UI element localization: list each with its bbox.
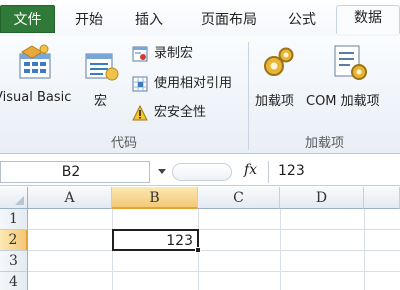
formula-input[interactable]: 123 xyxy=(278,163,305,179)
relative-references-icon xyxy=(132,76,148,92)
com-addins-icon xyxy=(334,45,367,80)
gridline xyxy=(28,271,400,272)
visual-basic-button[interactable]: Visual Basic xyxy=(0,42,78,126)
macros-label: 宏 xyxy=(94,94,108,109)
name-box[interactable]: B2 xyxy=(0,161,150,183)
select-all-icon xyxy=(15,196,24,205)
com-addins-button[interactable]: COM 加载项 xyxy=(306,42,400,126)
tab-file[interactable]: 文件 xyxy=(0,5,55,33)
relative-references-label: 使用相对引用 xyxy=(154,76,233,91)
tab-home[interactable]: 开始 xyxy=(66,8,112,37)
column-header-b[interactable]: B xyxy=(112,187,198,209)
formula-bar-buttons xyxy=(172,163,232,181)
com-addins-label: COM 加载项 xyxy=(306,94,380,109)
record-macro-icon xyxy=(132,46,148,62)
visual-basic-label: Visual Basic xyxy=(0,90,72,105)
select-all-button[interactable] xyxy=(0,187,28,209)
ribbon-developer-panel: Visual Basic 宏 录制宏 使用相对引用 宏安全性 代码 加载项 CO… xyxy=(0,36,400,154)
macros-icon xyxy=(85,53,119,81)
ribbon-tab-bar: 文件 开始 插入 页面布局 公式 数据 xyxy=(0,0,400,37)
tab-page-layout[interactable]: 页面布局 xyxy=(186,8,272,37)
insert-function-button[interactable]: fx xyxy=(244,162,257,178)
warning-icon xyxy=(132,105,148,121)
name-box-dropdown-icon[interactable] xyxy=(158,169,166,174)
row-header-3[interactable]: 3 xyxy=(0,251,28,272)
row-header-1[interactable]: 1 xyxy=(0,209,28,230)
row-header-2[interactable]: 2 xyxy=(0,230,28,251)
record-macro-label: 录制宏 xyxy=(154,46,194,61)
tab-formulas[interactable]: 公式 xyxy=(278,8,326,37)
column-header-a[interactable]: A xyxy=(28,187,112,209)
code-group-label: 代码 xyxy=(110,136,137,151)
macro-security-label: 宏安全性 xyxy=(154,105,207,120)
macros-button[interactable]: 宏 xyxy=(82,42,122,126)
active-cell-b2[interactable]: 123 xyxy=(112,229,199,251)
tab-insert[interactable]: 插入 xyxy=(124,8,174,37)
gridline xyxy=(28,250,400,251)
visual-basic-icon xyxy=(19,44,51,79)
column-header-c[interactable]: C xyxy=(198,187,280,209)
column-header-next[interactable] xyxy=(364,187,400,209)
gears-icon xyxy=(264,47,294,76)
formula-separator xyxy=(268,161,269,183)
formula-bar: B2 fx 123 xyxy=(0,155,400,186)
addins-label: 加载项 xyxy=(255,94,295,109)
addins-group-label: 加载项 xyxy=(304,136,344,151)
cell-value: 123 xyxy=(166,233,193,249)
column-header-d[interactable]: D xyxy=(280,187,364,209)
fill-handle[interactable] xyxy=(195,247,201,253)
gridline xyxy=(28,229,400,230)
worksheet-grid: A B C D 1 2 3 4 xyxy=(0,187,400,290)
addins-button[interactable]: 加载项 xyxy=(252,42,304,126)
name-box-value: B2 xyxy=(61,164,81,180)
tab-data[interactable]: 数据 xyxy=(336,5,400,34)
row-header-4[interactable]: 4 xyxy=(0,272,28,290)
